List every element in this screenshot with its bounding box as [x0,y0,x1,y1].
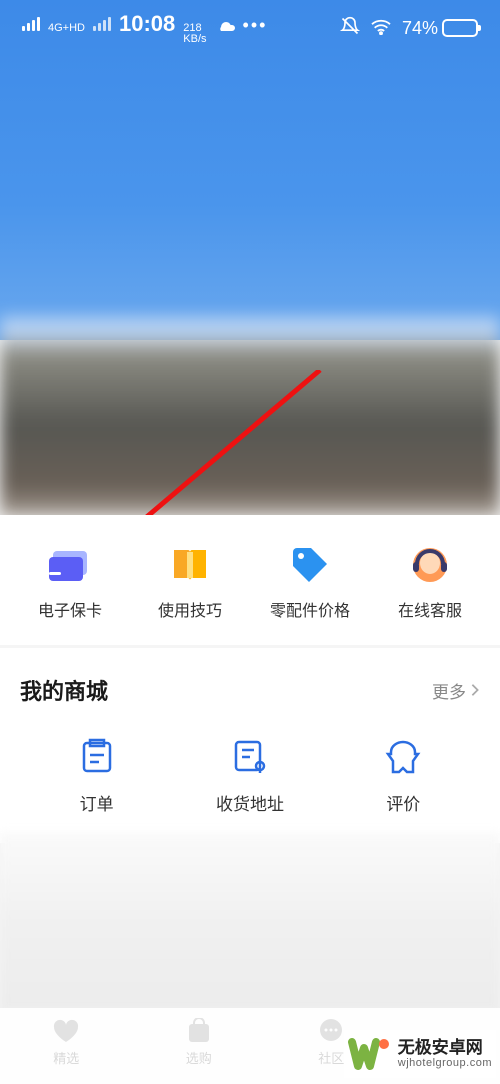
quick-action-service[interactable]: 在线客服 [370,545,490,621]
network-speed: 218 KB/s [183,23,206,45]
clock-time: 10:08 [119,11,175,37]
wifi-icon [370,17,392,40]
bell-muted-icon [340,16,360,41]
tab-label: 选购 [186,1048,212,1067]
quick-actions-row: 电子保卡 使用技巧 零配件价格 在线客服 [0,515,500,645]
tag-icon [286,545,334,585]
mall-item-label: 评价 [386,790,420,815]
more-link[interactable]: 更多 [432,678,480,703]
quick-action-label: 电子保卡 [38,597,102,621]
battery-indicator: 74% [402,18,478,39]
my-mall-section: 我的商城 更多 订单 收货地址 评价 [0,648,500,843]
watermark-logo-icon [348,1032,392,1076]
tab-label: 精选 [53,1048,79,1067]
mall-item-orders[interactable]: 订单 [21,736,173,815]
watermark-title: 无极安卓网 [398,1039,492,1058]
tab-label: 社区 [318,1048,344,1067]
section-title: 我的商城 [20,674,108,706]
tab-featured[interactable]: 精选 [51,1018,81,1067]
status-bar: 4G+HD 10:08 218 KB/s ••• 74% [0,0,500,48]
battery-percent: 74% [402,18,438,39]
mall-item-label: 收货地址 [216,790,284,815]
chevron-right-icon [470,683,480,697]
agent-icon [406,545,454,585]
watermark-subtitle: wjhotelgroup.com [398,1057,492,1069]
address-icon [230,736,270,776]
header-background: 4G+HD 10:08 218 KB/s ••• 74% [0,0,500,340]
mall-item-label: 订单 [80,790,114,815]
watermark: 无极安卓网 wjhotelgroup.com [344,1030,496,1078]
heart-icon [51,1018,81,1044]
quick-action-label: 零配件价格 [270,597,350,621]
mall-item-review[interactable]: 评价 [327,736,479,815]
book-icon [166,545,214,585]
signal-icon [22,17,40,31]
quick-action-parts[interactable]: 零配件价格 [250,545,370,621]
quick-action-tips[interactable]: 使用技巧 [130,545,250,621]
quick-action-label: 在线客服 [398,597,462,621]
bag-icon [184,1018,214,1044]
quick-action-label: 使用技巧 [158,597,222,621]
content-blur-region [0,316,500,516]
tab-shop[interactable]: 选购 [184,1018,214,1067]
mall-item-address[interactable]: 收货地址 [174,736,326,815]
weather-icon [215,15,235,36]
review-icon [383,736,423,776]
chat-icon [316,1018,346,1044]
quick-action-ecard[interactable]: 电子保卡 [10,545,130,621]
tab-community[interactable]: 社区 [316,1018,346,1067]
more-dots-icon: ••• [243,15,268,36]
card-icon [46,545,94,585]
signal-icon [93,17,111,31]
network-label: 4G+HD [48,23,85,34]
content-blur-region [0,832,500,1012]
order-icon [77,736,117,776]
